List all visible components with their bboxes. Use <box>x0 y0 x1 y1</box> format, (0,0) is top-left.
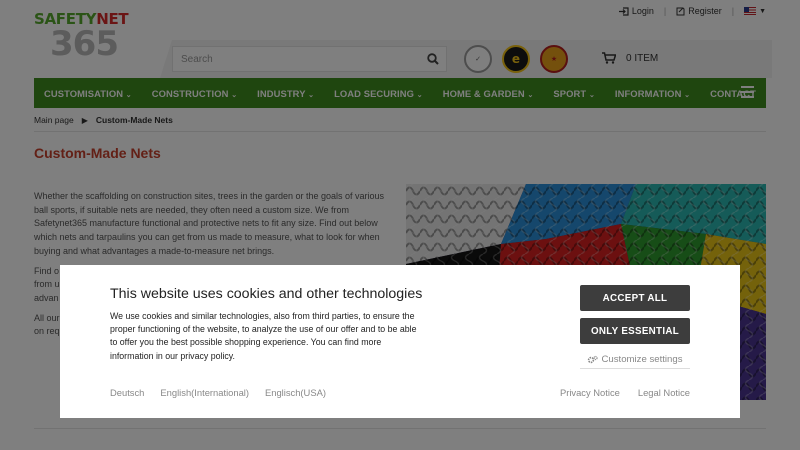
cookie-dialog-description: We use cookies and similar technologies,… <box>110 311 417 361</box>
cookie-dialog-title: This website uses cookies and other tech… <box>110 286 423 302</box>
language-link-english-usa[interactable]: Englisch(USA) <box>265 387 326 398</box>
privacy-notice-link[interactable]: Privacy Notice <box>560 387 620 398</box>
gear-icon <box>588 355 599 363</box>
cookie-consent-dialog: This website uses cookies and other tech… <box>60 265 740 418</box>
customize-label: Customize settings <box>601 354 683 365</box>
language-link-english-international[interactable]: English(International) <box>160 387 249 398</box>
customize-settings-link[interactable]: Customize settings <box>580 351 690 369</box>
only-essential-button[interactable]: ONLY ESSENTIAL <box>580 318 690 344</box>
language-links: Deutsch English(International) Englisch(… <box>110 387 326 398</box>
accept-all-button[interactable]: ACCEPT ALL <box>580 285 690 311</box>
language-link-deutsch[interactable]: Deutsch <box>110 387 144 398</box>
legal-links: Privacy Notice Legal Notice <box>560 387 690 398</box>
legal-notice-link[interactable]: Legal Notice <box>638 387 690 398</box>
